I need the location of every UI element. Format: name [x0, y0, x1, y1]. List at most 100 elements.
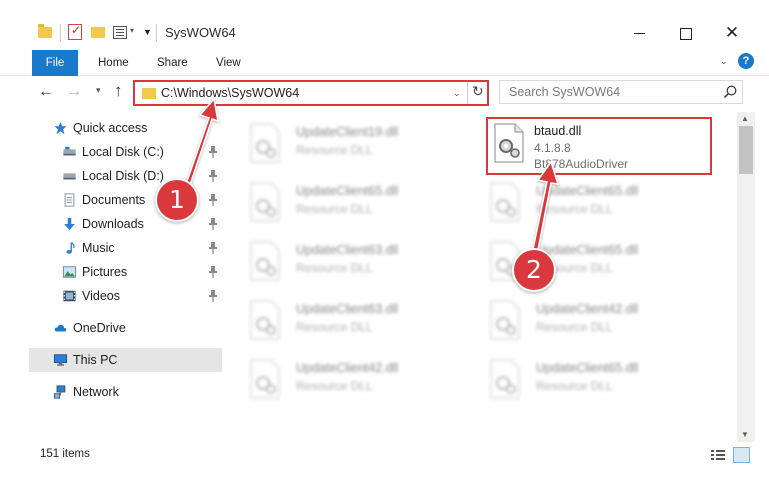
new-folder-icon[interactable]: [91, 27, 105, 38]
sidebar-item-label: Pictures: [82, 265, 128, 279]
file-name: UpdateClient42.dll: [296, 361, 399, 375]
minimize-button[interactable]: [617, 22, 661, 46]
file-name: UpdateClient19.dll: [296, 125, 399, 139]
search-input[interactable]: [500, 81, 714, 103]
customize-quick-access-icon[interactable]: ▼: [143, 27, 152, 37]
search-icon[interactable]: [722, 84, 738, 100]
file-tile[interactable]: UpdateClient42.dll Resource DLL: [466, 294, 692, 352]
sidebar-item-network[interactable]: Network: [29, 380, 222, 404]
divider: [60, 24, 61, 42]
window-bottom-margin: [0, 466, 769, 490]
dll-file-icon: [490, 359, 520, 399]
file-type: Resource DLL: [536, 320, 613, 334]
sidebar-item-label: Quick access: [73, 121, 148, 135]
sidebar-item-pictures[interactable]: Pictures: [29, 260, 222, 284]
back-arrow-icon[interactable]: ←: [38, 83, 54, 101]
file-type: Resource DLL: [536, 202, 613, 216]
sidebar-item-music[interactable]: Music: [29, 236, 222, 260]
recent-locations-icon[interactable]: ▾: [96, 85, 101, 96]
pictures-icon: [62, 266, 77, 278]
file-type: Resource DLL: [296, 261, 373, 275]
pin-icon[interactable]: [208, 290, 218, 302]
pin-icon[interactable]: [208, 266, 218, 278]
sidebar-item-label: Local Disk (D:): [82, 169, 164, 183]
file-tile[interactable]: UpdateClient65.dll Resource DLL: [466, 235, 692, 293]
properties-icon[interactable]: [113, 26, 127, 39]
file-tile[interactable]: UpdateClient65.dll Resource DLL: [466, 353, 692, 411]
sidebar-item-label: Network: [73, 385, 119, 399]
address-path[interactable]: C:\Windows\SysWOW64: [161, 86, 299, 100]
sidebar-item-label: Local Disk (C:): [82, 145, 164, 159]
help-icon[interactable]: ?: [738, 53, 754, 69]
tab-file[interactable]: File: [32, 50, 78, 76]
sidebar-item-videos[interactable]: Videos: [29, 284, 222, 308]
item-count: 151 items: [40, 448, 90, 460]
folder-icon[interactable]: [38, 24, 52, 38]
file-tile[interactable]: UpdateClient65.dll Resource DLL: [226, 176, 452, 234]
properties-check-icon[interactable]: [68, 23, 82, 40]
expand-ribbon-icon[interactable]: ⌄: [720, 56, 728, 67]
dll-file-icon: [490, 300, 520, 340]
pin-icon[interactable]: [208, 146, 218, 158]
tab-view[interactable]: View: [216, 50, 241, 76]
file-type: Resource DLL: [536, 379, 613, 393]
scroll-down-icon[interactable]: ▼: [741, 430, 749, 439]
sidebar-item-downloads[interactable]: Downloads: [29, 212, 222, 236]
file-name: UpdateClient65.dll: [536, 243, 639, 257]
chevron-down-icon[interactable]: ⌄: [453, 88, 461, 99]
pin-icon[interactable]: [208, 194, 218, 206]
dll-file-icon: [250, 359, 280, 399]
file-list: UpdateClient19.dll Resource DLL UpdateCl…: [226, 112, 737, 442]
sidebar-item-this-pc[interactable]: This PC: [29, 348, 222, 372]
refresh-icon[interactable]: ↻: [472, 83, 484, 100]
details-view-icon[interactable]: [710, 448, 726, 462]
tab-home[interactable]: Home: [98, 50, 129, 76]
file-tile[interactable]: UpdateClient42.dll Resource DLL: [226, 353, 452, 411]
forward-arrow-icon[interactable]: →: [66, 83, 82, 101]
address-bar[interactable]: C:\Windows\SysWOW64 ⌄ ↻: [133, 80, 489, 106]
drive-icon: [63, 146, 76, 156]
sidebar-item-quick-access[interactable]: Quick access: [29, 116, 222, 140]
pin-icon[interactable]: [208, 170, 218, 182]
sidebar-item-label: Downloads: [82, 217, 144, 231]
status-bar: 151 items: [29, 444, 758, 466]
file-name: UpdateClient63.dll: [296, 243, 399, 257]
sidebar-item-label: This PC: [73, 353, 118, 367]
address-row: ← → ▾ ↑ C:\Windows\SysWOW64 ⌄ ↻: [0, 77, 769, 109]
title-bar: ▾ ▼ SysWOW64 ✕: [0, 0, 769, 48]
file-tile[interactable]: UpdateClient65.dll Resource DLL: [466, 176, 692, 234]
file-name: UpdateClient65.dll: [296, 184, 399, 198]
sidebar-item-local-disk-c[interactable]: Local Disk (C:): [29, 140, 222, 164]
close-button[interactable]: ✕: [710, 22, 754, 46]
computer-icon: [53, 354, 68, 366]
tiles-view-icon[interactable]: [733, 447, 750, 463]
chevron-down-icon[interactable]: ▾: [130, 26, 134, 35]
callout-2: 2: [512, 248, 556, 292]
documents-icon: [64, 193, 75, 207]
sidebar-item-label: Videos: [82, 289, 120, 303]
scroll-up-icon[interactable]: ▲: [741, 114, 749, 123]
vertical-scrollbar[interactable]: ▲ ▼: [737, 112, 755, 442]
ribbon-tabs: File Home Share View ⌄ ?: [0, 48, 769, 76]
music-icon: [66, 242, 75, 254]
file-tile[interactable]: UpdateClient63.dll Resource DLL: [226, 235, 452, 293]
pin-icon[interactable]: [208, 218, 218, 230]
divider: [467, 82, 468, 104]
file-name: UpdateClient42.dll: [536, 302, 639, 316]
pin-icon[interactable]: [208, 242, 218, 254]
maximize-button[interactable]: [663, 22, 707, 46]
up-arrow-icon[interactable]: ↑: [114, 81, 123, 101]
file-type: Resource DLL: [296, 320, 373, 334]
drive-icon: [63, 173, 76, 180]
sidebar-item-label: OneDrive: [73, 321, 126, 335]
search-box[interactable]: [499, 80, 743, 104]
file-tile[interactable]: UpdateClient19.dll Resource DLL: [226, 117, 452, 175]
network-icon: [53, 385, 66, 399]
cloud-icon: [54, 324, 67, 332]
window-title: SysWOW64: [165, 25, 236, 40]
tab-share[interactable]: Share: [157, 50, 188, 76]
scroll-thumb[interactable]: [739, 126, 753, 174]
callout-1: 1: [155, 178, 199, 222]
sidebar-item-onedrive[interactable]: OneDrive: [29, 316, 222, 340]
file-tile[interactable]: UpdateClient63.dll Resource DLL: [226, 294, 452, 352]
